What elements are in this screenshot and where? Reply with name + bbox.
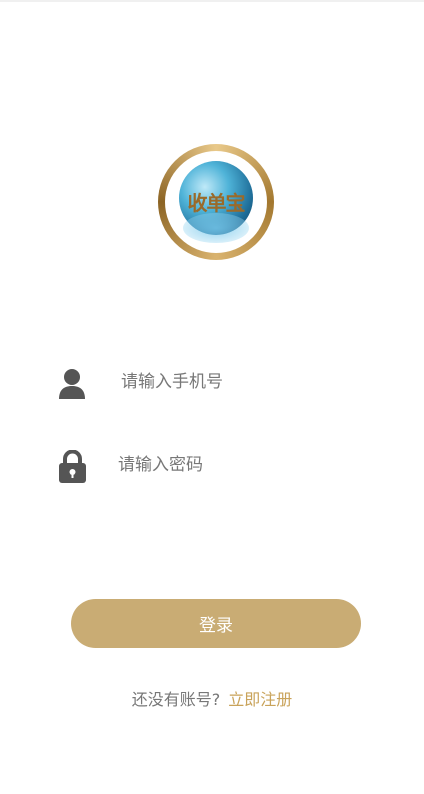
user-icon bbox=[58, 367, 88, 401]
register-row: 还没有账号? 立即注册 bbox=[0, 686, 424, 710]
no-account-text: 还没有账号? bbox=[131, 690, 221, 709]
phone-field bbox=[0, 362, 424, 406]
password-input[interactable] bbox=[118, 450, 358, 480]
password-field bbox=[0, 445, 424, 489]
app-logo: 收单宝 bbox=[158, 144, 274, 260]
register-link[interactable]: 立即注册 bbox=[228, 690, 292, 709]
lock-icon bbox=[58, 449, 88, 484]
login-button[interactable]: 登录 bbox=[71, 599, 361, 648]
logo-inner: 收单宝 bbox=[165, 151, 267, 253]
globe-glow bbox=[183, 213, 249, 243]
logo-text: 收单宝 bbox=[187, 191, 246, 215]
phone-input[interactable] bbox=[121, 367, 361, 397]
top-divider bbox=[0, 0, 424, 2]
